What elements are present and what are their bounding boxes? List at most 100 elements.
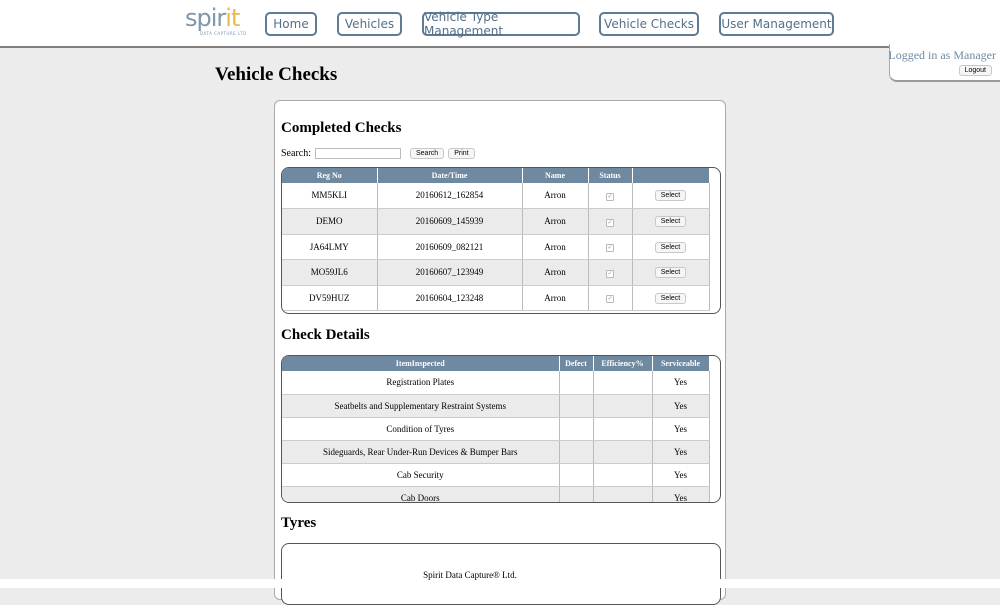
login-status-box: Logged in as Manager Logout (888, 44, 1000, 82)
cell-reg-no: MM5KLI (282, 183, 378, 209)
table-row: DEMO 20160609_145939 Arron ✓ Select (282, 208, 710, 235)
cell-serviceable: Yes (652, 417, 710, 441)
column-header-item-inspected[interactable]: ItemInspected (282, 356, 560, 371)
column-header-defect[interactable]: Defect (559, 356, 594, 371)
cell-efficiency (593, 371, 653, 395)
cell-serviceable: Yes (652, 371, 710, 395)
search-button[interactable]: Search (410, 148, 445, 159)
nav-vehicle-checks-button[interactable]: Vehicle Checks (599, 12, 699, 36)
cell-name: Arron (522, 285, 589, 311)
cell-action: Select (632, 183, 710, 209)
table-row: Cab Doors Yes (282, 486, 710, 502)
footer-bar (0, 579, 1000, 588)
cell-efficiency (593, 463, 653, 487)
cell-item: Cab Security (282, 463, 560, 487)
nav-vehicles-button[interactable]: Vehicles (337, 12, 402, 36)
cell-reg-no: DEMO (282, 208, 378, 235)
nav-user-management-button[interactable]: User Management (719, 12, 834, 36)
cell-date-time: 20160609_145939 (377, 208, 523, 235)
cell-item: Cab Doors (282, 486, 560, 502)
column-header-status[interactable]: Status (588, 168, 633, 183)
column-header-date-time[interactable]: Date/Time (377, 168, 523, 183)
footer-text: Spirit Data Capture® Ltd. (423, 570, 517, 580)
search-row: Search: Search Print (281, 148, 475, 159)
cell-item: Seatbelts and Supplementary Restraint Sy… (282, 394, 560, 418)
cell-action: Select (632, 285, 710, 311)
cell-status: ✓ (588, 234, 633, 260)
cell-date-time: 20160604_123248 (377, 285, 523, 311)
cell-action: Select (632, 259, 710, 286)
cell-serviceable: Yes (652, 486, 710, 502)
column-header-reg-no[interactable]: Reg No (282, 168, 378, 183)
tyres-heading: Tyres (281, 515, 317, 531)
cell-name: Arron (522, 183, 589, 209)
select-button[interactable]: Select (654, 241, 687, 253)
completed-checks-table-container[interactable]: Reg No Date/Time Name Status MM5KLI 2016… (281, 167, 721, 314)
print-button[interactable]: Print (448, 148, 475, 159)
cell-reg-no: JA64LMY (282, 234, 378, 260)
completed-checks-table: Reg No Date/Time Name Status MM5KLI 2016… (282, 168, 710, 311)
cell-status: ✓ (588, 259, 633, 286)
cell-reg-no: MO59JL6 (282, 259, 378, 286)
select-button[interactable]: Select (654, 216, 687, 227)
status-checkbox: ✓ (606, 244, 614, 252)
cell-defect (559, 440, 594, 464)
page-title: Vehicle Checks (215, 64, 338, 85)
select-button[interactable]: Select (654, 190, 687, 202)
logout-button[interactable]: Logout (958, 65, 992, 76)
nav-vehicle-type-management-button[interactable]: Vehicle Type Management (422, 10, 580, 38)
top-nav-bar: spirit DATA CAPTURE LTD Home Vehicles Ve… (0, 0, 1000, 48)
status-checkbox: ✓ (606, 295, 614, 303)
cell-reg-no: DV59HUZ (282, 285, 378, 311)
table-row: Condition of Tyres Yes (282, 417, 710, 441)
nav-home-button[interactable]: Home (265, 12, 317, 36)
cell-defect (559, 371, 594, 395)
cell-status: ✓ (588, 183, 633, 209)
cell-item: Sideguards, Rear Under-Run Devices & Bum… (282, 440, 560, 464)
cell-defect (559, 394, 594, 418)
status-checkbox: ✓ (606, 192, 614, 201)
cell-status: ✓ (588, 208, 633, 235)
cell-efficiency (593, 394, 653, 418)
search-label: Search: (281, 148, 311, 159)
column-header-efficiency[interactable]: Efficiency% (593, 356, 653, 371)
table-row: Cab Security Yes (282, 463, 710, 487)
table-row: MO59JL6 20160607_123949 Arron ✓ Select (282, 259, 710, 286)
cell-action: Select (632, 208, 710, 235)
table-row: Registration Plates Yes (282, 371, 710, 395)
column-header-action (632, 168, 710, 183)
cell-name: Arron (522, 208, 589, 235)
status-checkbox: ✓ (606, 269, 614, 278)
cell-efficiency (593, 417, 653, 441)
login-status-text: Logged in as Manager (888, 48, 996, 62)
cell-serviceable: Yes (652, 440, 710, 464)
cell-date-time: 20160607_123949 (377, 259, 523, 286)
cell-defect (559, 417, 594, 441)
cell-status: ✓ (588, 285, 633, 311)
table-row: Seatbelts and Supplementary Restraint Sy… (282, 394, 710, 418)
select-button[interactable]: Select (654, 267, 687, 278)
table-row: DV59HUZ 20160604_123248 Arron ✓ Select (282, 285, 710, 311)
cell-date-time: 20160609_082121 (377, 234, 523, 260)
check-details-table: ItemInspected Defect Efficiency% Service… (282, 356, 710, 502)
cell-serviceable: Yes (652, 463, 710, 487)
column-header-serviceable[interactable]: Serviceable (652, 356, 710, 371)
table-row: Sideguards, Rear Under-Run Devices & Bum… (282, 440, 710, 464)
main-panel: Completed Checks Search: Search Print Re… (274, 100, 726, 605)
cell-defect (559, 486, 594, 502)
cell-item: Condition of Tyres (282, 417, 560, 441)
cell-date-time: 20160612_162854 (377, 183, 523, 209)
select-button[interactable]: Select (654, 292, 687, 304)
status-checkbox: ✓ (606, 218, 614, 227)
cell-action: Select (632, 234, 710, 260)
cell-name: Arron (522, 234, 589, 260)
table-row: JA64LMY 20160609_082121 Arron ✓ Select (282, 234, 710, 260)
check-details-table-container[interactable]: ItemInspected Defect Efficiency% Service… (281, 355, 721, 503)
cell-name: Arron (522, 259, 589, 286)
spirit-logo[interactable]: spirit DATA CAPTURE LTD (185, 4, 246, 38)
column-header-name[interactable]: Name (522, 168, 589, 183)
search-input[interactable] (315, 148, 401, 159)
table-header-row: Reg No Date/Time Name Status (282, 168, 710, 183)
table-header-row: ItemInspected Defect Efficiency% Service… (282, 356, 710, 371)
completed-checks-heading: Completed Checks (281, 120, 402, 136)
